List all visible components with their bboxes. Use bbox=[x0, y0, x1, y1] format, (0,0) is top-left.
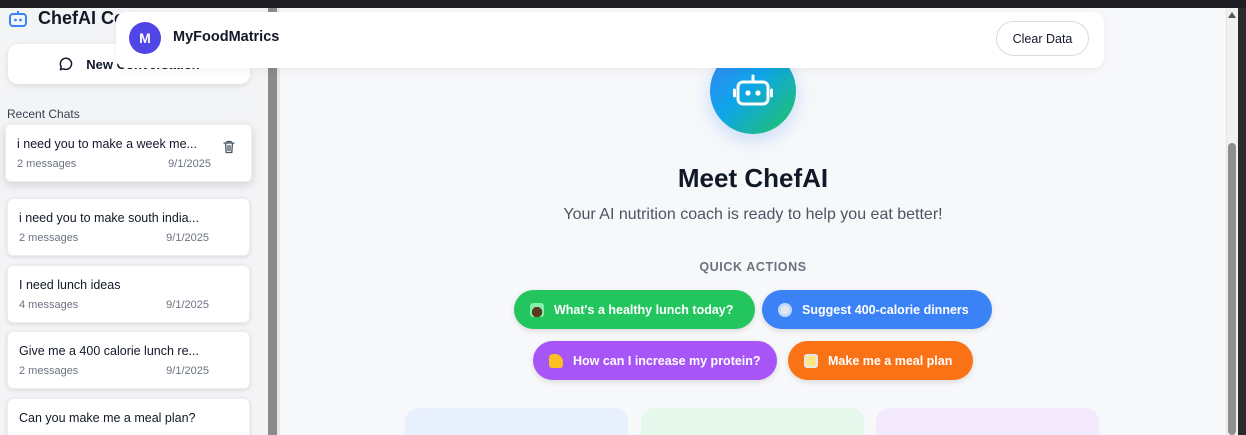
chat-title: i need you to make south india... bbox=[19, 211, 199, 225]
chat-bubble-icon bbox=[59, 57, 73, 71]
robot-icon bbox=[733, 74, 773, 106]
quick-action-healthy-lunch-button[interactable]: What's a healthy lunch today? bbox=[514, 290, 755, 329]
scroll-up-arrow-icon[interactable] bbox=[1228, 12, 1236, 18]
top-header: M MyFoodMatrics Clear Data bbox=[116, 12, 1104, 68]
quick-actions-heading: QUICK ACTIONS bbox=[699, 260, 807, 274]
quick-action-label: Suggest 400-calorie dinners bbox=[802, 302, 969, 317]
chat-message-count: 2 messages bbox=[19, 232, 79, 244]
chat-date: 9/1/2025 bbox=[166, 299, 209, 311]
feature-card bbox=[641, 408, 864, 435]
flexed-arm-icon bbox=[549, 353, 563, 368]
chat-item[interactable]: Give me a 400 calorie lunch re... 2 mess… bbox=[7, 331, 250, 389]
chat-title: I need lunch ideas bbox=[19, 278, 121, 292]
robot-icon bbox=[9, 10, 27, 27]
app-name: MyFoodMatrics bbox=[173, 29, 280, 45]
clipboard-icon bbox=[804, 353, 818, 368]
hero-subtitle: Your AI nutrition coach is ready to help… bbox=[563, 206, 943, 223]
chat-message-count: 2 messages bbox=[17, 158, 77, 170]
chat-item[interactable]: Can you make me a meal plan? bbox=[7, 398, 250, 435]
chat-item[interactable]: I need lunch ideas 4 messages 9/1/2025 bbox=[7, 265, 250, 323]
feature-card bbox=[405, 408, 628, 435]
chat-title: Give me a 400 calorie lunch re... bbox=[19, 344, 199, 358]
quick-action-400-calorie-dinners-button[interactable]: Suggest 400-calorie dinners bbox=[762, 290, 992, 329]
browser-top-bar bbox=[0, 0, 1246, 8]
window-edge bbox=[1238, 8, 1246, 435]
plate-icon bbox=[778, 302, 792, 317]
clear-data-button[interactable]: Clear Data bbox=[996, 21, 1089, 56]
chat-item[interactable]: i need you to make a week me... 2 messag… bbox=[5, 124, 252, 182]
recent-chats-heading: Recent Chats bbox=[7, 107, 80, 121]
quick-action-meal-plan-button[interactable]: Make me a meal plan bbox=[788, 341, 973, 380]
chat-date: 9/1/2025 bbox=[166, 232, 209, 244]
chat-title: i need you to make a week me... bbox=[17, 137, 197, 151]
chat-item[interactable]: i need you to make south india... 2 mess… bbox=[7, 198, 250, 256]
chat-date: 9/1/2025 bbox=[166, 365, 209, 377]
chat-message-count: 4 messages bbox=[19, 299, 79, 311]
brand: ChefAI Co bbox=[8, 8, 125, 29]
avatar[interactable]: M bbox=[129, 22, 161, 54]
feature-card bbox=[876, 408, 1099, 435]
quick-action-label: Make me a meal plan bbox=[828, 353, 953, 368]
quick-action-label: How can I increase my protein? bbox=[573, 353, 761, 368]
brand-title: ChefAI Co bbox=[38, 8, 125, 28]
trash-icon[interactable] bbox=[221, 139, 237, 155]
quick-action-label: What's a healthy lunch today? bbox=[554, 302, 734, 317]
sidebar-scrollbar[interactable] bbox=[268, 8, 277, 435]
chat-title: Can you make me a meal plan? bbox=[19, 411, 196, 425]
chat-date: 9/1/2025 bbox=[168, 158, 211, 170]
salad-icon bbox=[530, 302, 544, 317]
sidebar: ChefAI Co New Conversation Recent Chats … bbox=[0, 8, 268, 435]
main-scrollbar-thumb[interactable] bbox=[1228, 143, 1236, 435]
hero-title: Meet ChefAI bbox=[677, 163, 829, 193]
chat-message-count: 2 messages bbox=[19, 365, 79, 377]
quick-action-protein-button[interactable]: How can I increase my protein? bbox=[533, 341, 777, 380]
